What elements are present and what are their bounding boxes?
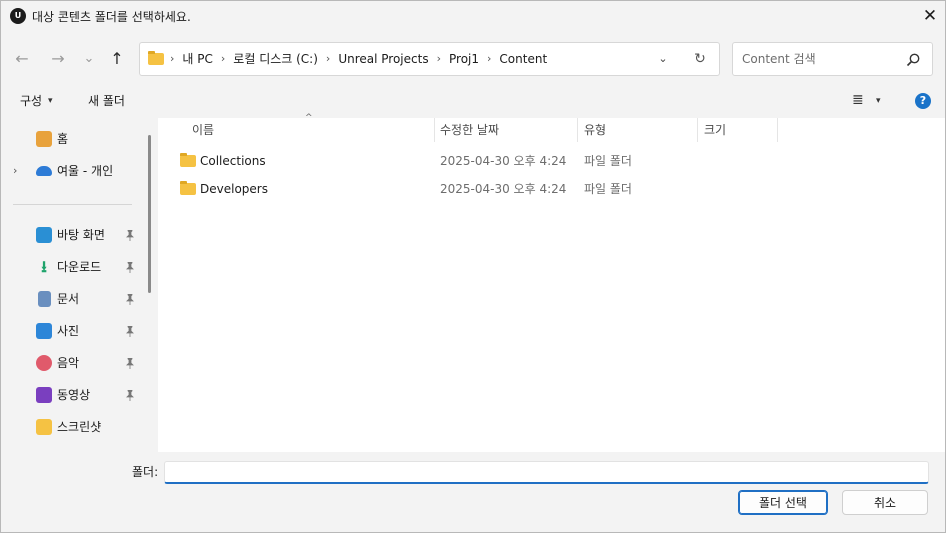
up-arrow-icon[interactable]: ↑ xyxy=(106,48,128,70)
column-divider[interactable] xyxy=(777,118,778,142)
videos-icon xyxy=(36,387,52,403)
new-folder-button[interactable]: 새 폴더 xyxy=(88,92,125,110)
sidebar-item-music[interactable]: 음악 xyxy=(1,352,143,374)
pictures-icon xyxy=(36,323,52,339)
column-divider[interactable] xyxy=(577,118,578,142)
file-name: Collections xyxy=(200,154,266,168)
breadcrumb-item[interactable]: 내 PC xyxy=(182,43,212,75)
address-bar[interactable]: › 내 PC › 로컬 디스크 (C:) › Unreal Projects ›… xyxy=(139,42,720,76)
sidebar-item-onedrive[interactable]: › 여울 - 개인 xyxy=(1,160,143,182)
home-icon xyxy=(36,131,52,147)
expand-chevron-icon[interactable]: › xyxy=(13,164,17,178)
select-folder-button[interactable]: 폴더 선택 xyxy=(738,490,828,515)
file-modified: 2025-04-30 오후 4:24 xyxy=(440,154,567,168)
onedrive-icon xyxy=(36,166,52,176)
pin-icon xyxy=(126,230,134,241)
desktop-icon xyxy=(36,227,52,243)
column-divider[interactable] xyxy=(697,118,698,142)
file-name: Developers xyxy=(200,182,268,196)
chevron-down-icon: ▾ xyxy=(48,96,53,106)
cancel-button[interactable]: 취소 xyxy=(842,490,928,515)
back-arrow-icon[interactable]: ← xyxy=(11,48,33,70)
column-header-name[interactable]: 이름 xyxy=(192,118,214,142)
documents-icon xyxy=(38,291,51,307)
folder-name-input[interactable] xyxy=(164,461,929,484)
address-dropdown-icon[interactable]: ⌄ xyxy=(655,51,671,67)
sidebar-item-label: 다운로드 xyxy=(57,260,102,274)
organize-button[interactable]: 구성 xyxy=(20,92,42,110)
sidebar-item-videos[interactable]: 동영상 xyxy=(1,384,143,406)
breadcrumb: › 내 PC › 로컬 디스크 (C:) › Unreal Projects ›… xyxy=(170,43,547,75)
sidebar-item-label: 동영상 xyxy=(57,388,91,402)
pin-icon xyxy=(126,390,134,401)
folder-icon xyxy=(180,153,196,167)
sidebar-item-pictures[interactable]: 사진 xyxy=(1,320,143,342)
file-modified: 2025-04-30 오후 4:24 xyxy=(440,182,567,196)
dialog-footer: 폴더: 폴더 선택 취소 xyxy=(1,452,945,532)
forward-arrow-icon[interactable]: → xyxy=(47,48,69,70)
sidebar-item-label: 문서 xyxy=(57,292,80,306)
close-button[interactable]: ✕ xyxy=(913,1,946,32)
file-type: 파일 폴더 xyxy=(584,154,632,168)
refresh-icon[interactable]: ↻ xyxy=(691,50,709,68)
search-box[interactable]: Content 검색 xyxy=(732,42,933,76)
pin-icon xyxy=(126,326,134,337)
breadcrumb-item[interactable]: Content xyxy=(499,43,547,75)
folder-icon xyxy=(36,419,52,435)
column-header-type[interactable]: 유형 xyxy=(584,118,606,142)
breadcrumb-chevron-icon: › xyxy=(487,52,492,65)
breadcrumb-chevron-icon: › xyxy=(170,52,175,65)
search-input[interactable]: Content 검색 xyxy=(742,43,816,75)
sidebar-item-documents[interactable]: 문서 xyxy=(1,288,143,310)
breadcrumb-item[interactable]: Unreal Projects xyxy=(338,43,428,75)
view-options-icon[interactable]: ≣ xyxy=(852,93,866,107)
download-icon: ⭳ xyxy=(41,257,47,276)
breadcrumb-item[interactable]: 로컬 디스크 (C:) xyxy=(233,43,318,75)
sidebar-item-label: 바탕 화면 xyxy=(57,228,105,242)
folder-label: 폴더: xyxy=(132,465,159,479)
file-list: ^ 이름 수정한 날짜 유형 크기 Collections 2025-04-30… xyxy=(158,113,945,452)
chevron-down-icon[interactable]: ▾ xyxy=(876,93,881,109)
recent-locations-icon[interactable]: ⌄ xyxy=(78,48,100,70)
file-row[interactable]: Collections 2025-04-30 오후 4:24 파일 폴더 xyxy=(158,150,945,172)
sidebar-item-desktop[interactable]: 바탕 화면 xyxy=(1,224,143,246)
breadcrumb-chevron-icon: › xyxy=(220,52,226,65)
sidebar-item-downloads[interactable]: ⭳ 다운로드 xyxy=(1,256,143,278)
breadcrumb-item[interactable]: Proj1 xyxy=(449,43,479,75)
pin-icon xyxy=(126,294,134,305)
column-header-size[interactable]: 크기 xyxy=(704,118,726,142)
column-header-modified[interactable]: 수정한 날짜 xyxy=(440,118,499,142)
search-icon[interactable] xyxy=(905,52,921,68)
sidebar-item-label: 사진 xyxy=(57,324,80,338)
folder-icon xyxy=(148,51,164,65)
sidebar-item-label: 스크린샷 xyxy=(57,420,102,434)
window-title: 대상 콘텐츠 폴더를 선택하세요. xyxy=(32,10,191,24)
music-icon xyxy=(36,355,52,371)
column-divider[interactable] xyxy=(434,118,435,142)
file-type: 파일 폴더 xyxy=(584,182,632,196)
pin-icon xyxy=(126,262,134,273)
sidebar-item-label: 음악 xyxy=(57,356,80,370)
sidebar-divider xyxy=(13,204,132,205)
breadcrumb-chevron-icon: › xyxy=(436,52,441,65)
sidebar-item-label: 여울 - 개인 xyxy=(57,164,114,178)
file-dialog-window: U 대상 콘텐츠 폴더를 선택하세요. ✕ ← → ⌄ ↑ › 내 PC › 로… xyxy=(0,0,946,533)
sort-ascending-icon: ^ xyxy=(305,113,313,123)
folder-icon xyxy=(180,181,196,195)
file-row[interactable]: Developers 2025-04-30 오후 4:24 파일 폴더 xyxy=(158,178,945,200)
title-bar: U 대상 콘텐츠 폴더를 선택하세요. ✕ xyxy=(1,1,945,32)
navigation-pane: 홈 › 여울 - 개인 바탕 화면 ⭳ 다운로드 문서 사진 음악 동영상 스크… xyxy=(1,118,158,452)
sidebar-item-home[interactable]: 홈 xyxy=(1,128,143,150)
sidebar-item-label: 홈 xyxy=(57,132,69,146)
help-icon[interactable]: ? xyxy=(915,93,931,109)
breadcrumb-chevron-icon: › xyxy=(325,52,331,65)
sidebar-item-screenshots[interactable]: 스크린샷 xyxy=(1,416,143,438)
unreal-app-icon: U xyxy=(10,8,26,24)
sidebar-scrollbar[interactable] xyxy=(148,135,151,293)
pin-icon xyxy=(126,358,134,369)
